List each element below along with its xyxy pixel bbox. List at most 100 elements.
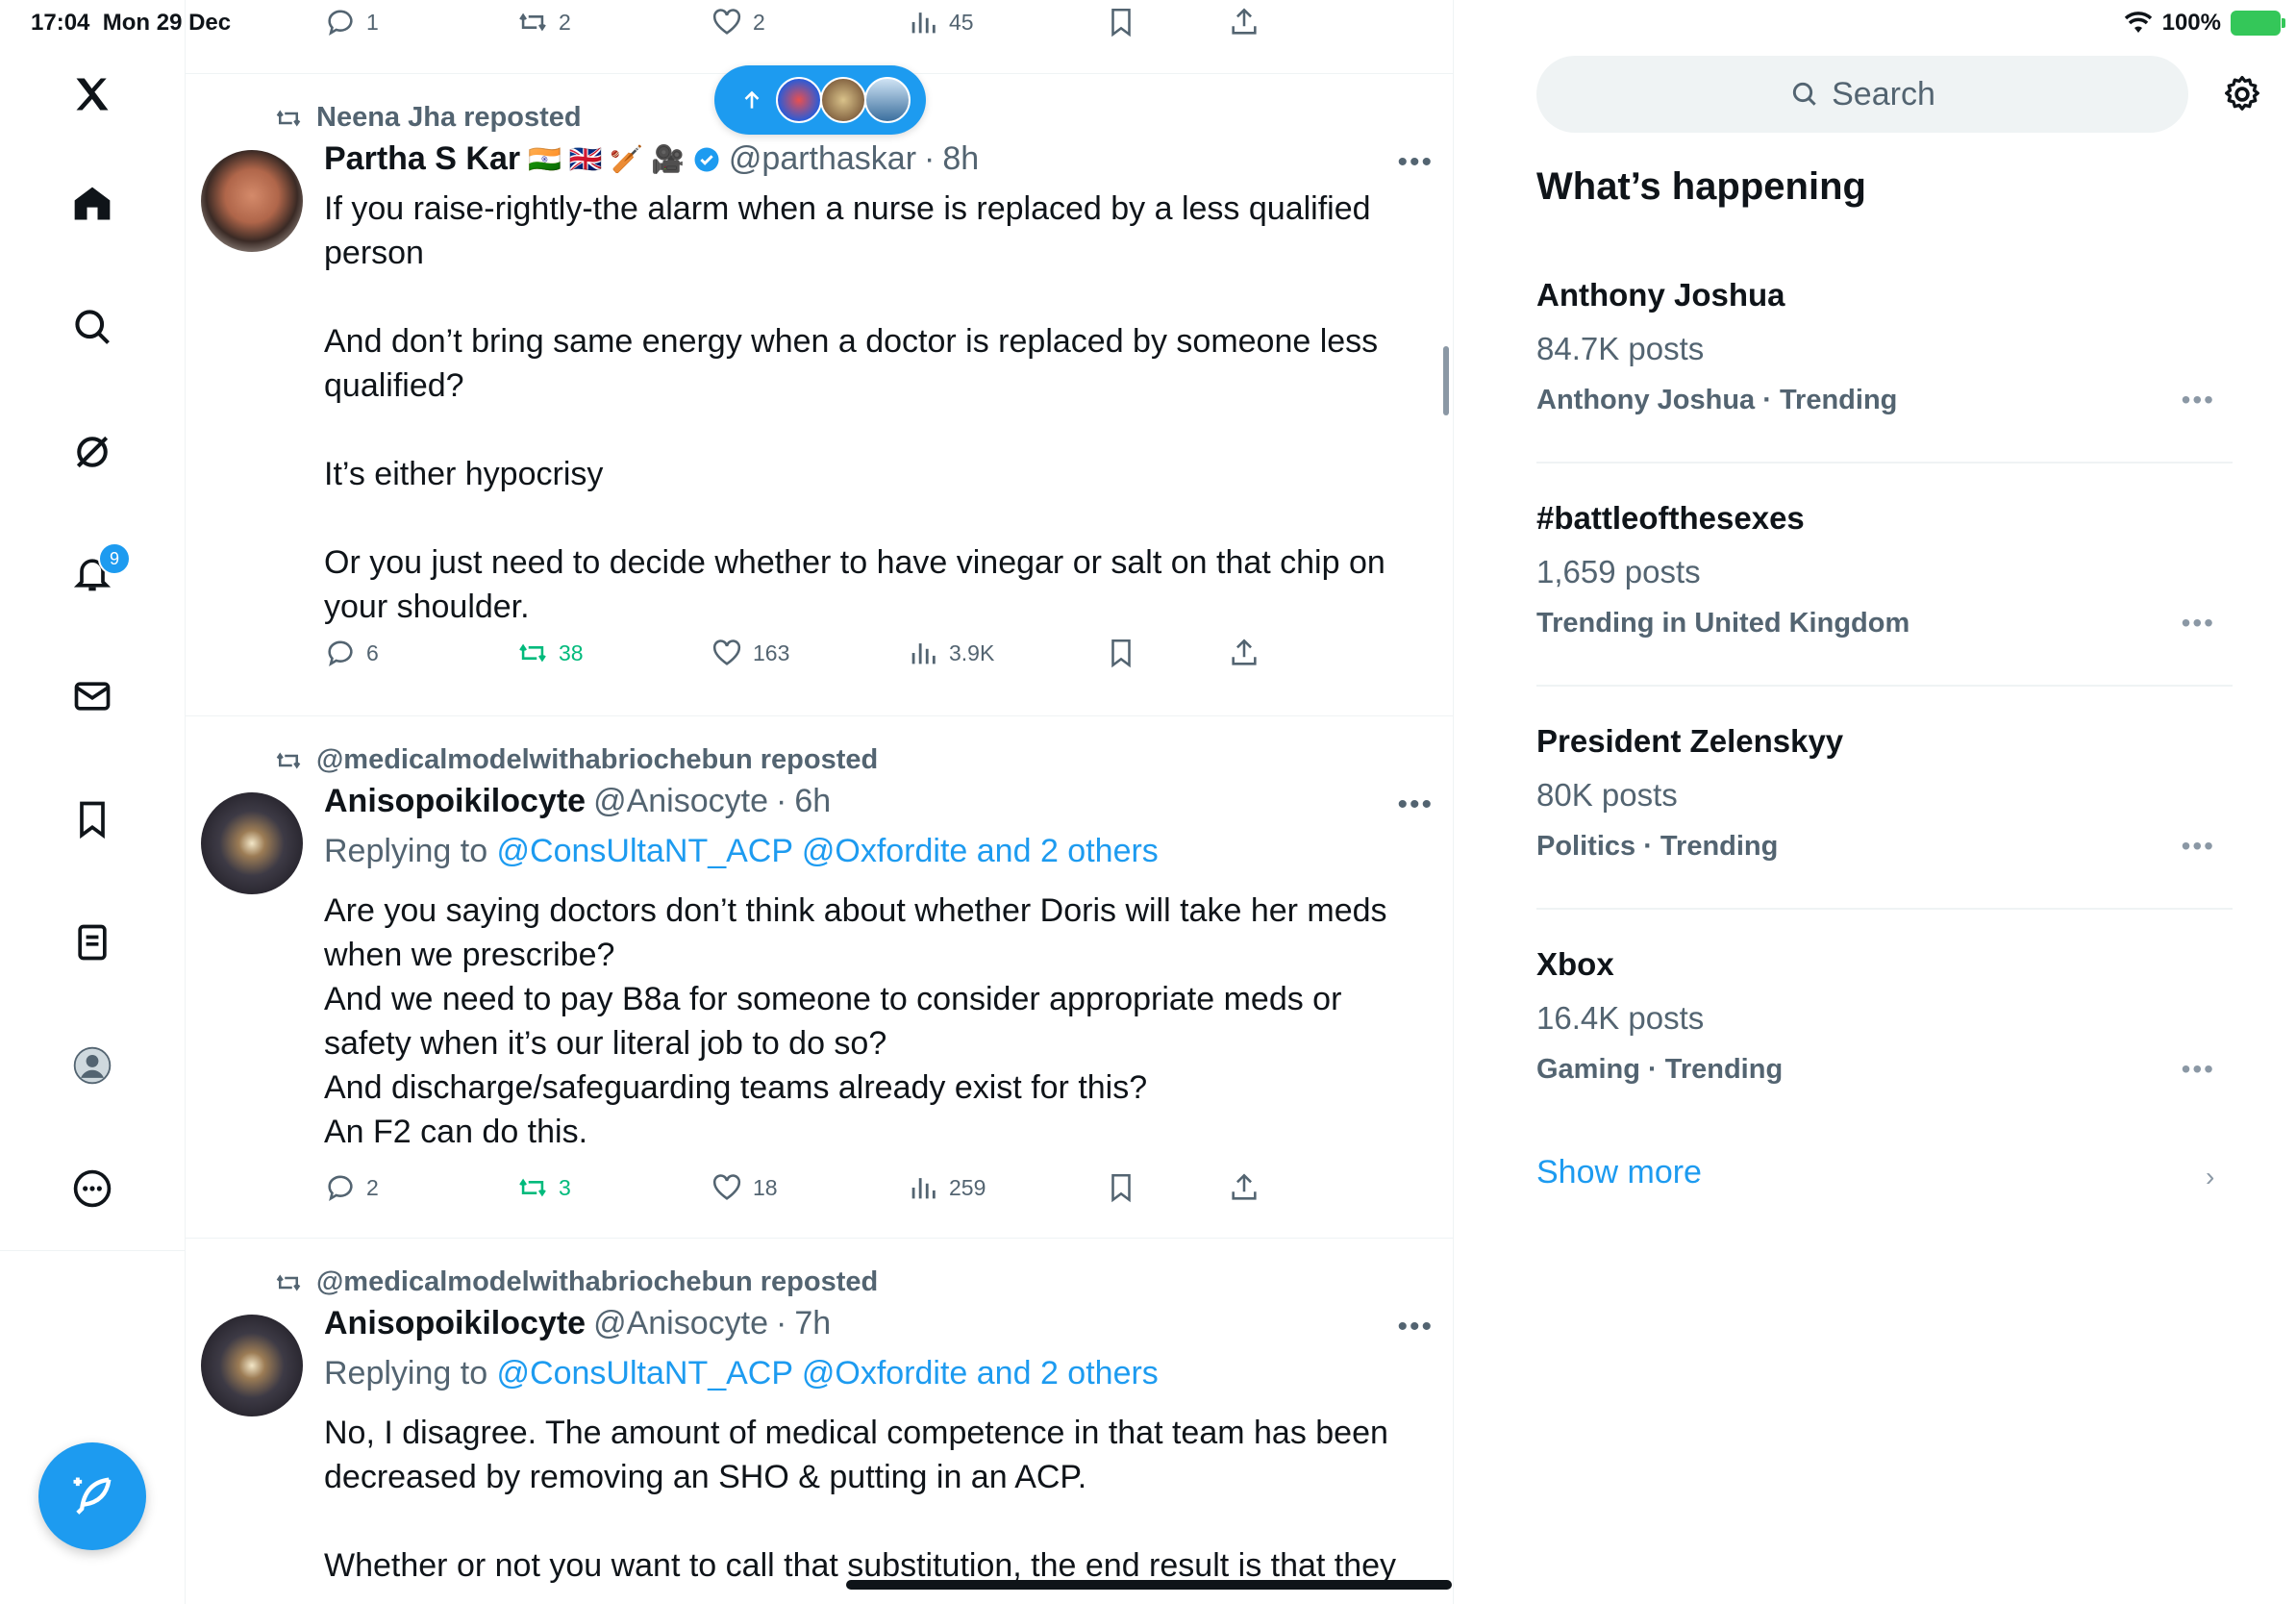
repost-label: @medicalmodelwithabriochebun reposted [316, 1266, 879, 1297]
tweet[interactable]: Neena Jha reposted Partha S Kar 🇮🇳 🇬🇧 🏏 … [186, 73, 1453, 715]
heart-icon [712, 639, 741, 665]
trend-more-icon[interactable]: ••• [2182, 1054, 2215, 1085]
author-handle[interactable]: @Anisocyte [593, 1305, 768, 1342]
like-button[interactable]: 163 [711, 637, 789, 669]
bookmark-icon [1111, 1173, 1131, 1203]
share-button[interactable] [1228, 6, 1260, 38]
author-name[interactable]: Anisopoikilocyte [324, 783, 586, 820]
author-name[interactable]: Partha S Kar [324, 140, 520, 178]
avatar[interactable] [201, 150, 303, 252]
verified-badge-icon [694, 147, 719, 171]
timeline: 1 2 2 45 Neena Jha reposted Partha S Kar… [186, 0, 1454, 1604]
views-icon [911, 643, 936, 664]
views-button[interactable]: 259 [907, 1171, 986, 1204]
bookmark-button[interactable] [1105, 6, 1137, 38]
repost-header: Neena Jha reposted [274, 102, 582, 134]
trend-more-icon[interactable]: ••• [2182, 385, 2215, 415]
author-name[interactable]: Anisopoikilocyte [324, 1305, 586, 1342]
views-button[interactable]: 3.9K [907, 637, 994, 669]
trend-item[interactable]: President Zelenskyy 80K posts Politics ·… [1536, 723, 2233, 896]
scrollbar-thumb[interactable] [1443, 346, 1449, 415]
notifications-icon[interactable]: 9 [54, 535, 131, 612]
repost-button[interactable]: 38 [516, 637, 584, 669]
like-button[interactable]: 2 [711, 6, 765, 38]
trend-more-icon[interactable]: ••• [2182, 831, 2215, 862]
more-icon[interactable] [54, 1150, 131, 1227]
reply-button[interactable]: 6 [324, 637, 379, 669]
avatar[interactable] [201, 792, 303, 894]
reply-count: 2 [366, 1174, 379, 1200]
replying-to-links[interactable]: @ConsUltaNT_ACP @Oxfordite and 2 others [497, 1355, 1159, 1391]
share-button[interactable] [1228, 637, 1260, 669]
settings-gear-icon[interactable] [2221, 73, 2263, 115]
reply-button[interactable]: 2 [324, 1171, 379, 1204]
repost-icon [519, 13, 546, 32]
share-button[interactable] [1228, 1171, 1260, 1204]
trend-name: Anthony Joshua [1536, 277, 1785, 313]
repost-header: @medicalmodelwithabriochebun reposted [274, 744, 878, 776]
views-icon [911, 1178, 936, 1199]
repost-count: 38 [559, 639, 584, 665]
compose-feather-icon [73, 1477, 112, 1515]
views-count: 45 [949, 9, 974, 35]
repost-button[interactable]: 3 [516, 1171, 571, 1204]
trend-more-icon[interactable]: ••• [2182, 608, 2215, 639]
trend-item[interactable]: Xbox 16.4K posts Gaming · Trending ••• [1536, 946, 2233, 1119]
share-icon [1232, 639, 1257, 665]
messages-icon[interactable] [54, 658, 131, 735]
replying-to: Replying to @ConsUltaNT_ACP @Oxfordite a… [324, 833, 1159, 870]
tweet[interactable]: @medicalmodelwithabriochebun reposted An… [186, 1238, 1453, 1604]
tweet-time[interactable]: 8h [942, 140, 979, 178]
reply-count: 6 [366, 639, 379, 665]
tweet[interactable]: @medicalmodelwithabriochebun reposted An… [186, 715, 1453, 1238]
profile-icon[interactable] [54, 1027, 131, 1104]
bookmarks-icon[interactable] [54, 781, 131, 858]
trend-item[interactable]: #battleofthesexes 1,659 posts Trending i… [1536, 500, 2233, 673]
reply-icon [328, 10, 353, 37]
repost-button[interactable]: 2 [516, 6, 571, 38]
home-icon[interactable] [54, 165, 131, 242]
compose-button[interactable] [38, 1442, 146, 1550]
tweet-header: Anisopoikilocyte @Anisocyte · 7h [324, 1305, 831, 1342]
bookmark-button[interactable] [1105, 637, 1137, 669]
repost-icon [276, 751, 301, 769]
battery-icon [2231, 11, 2285, 36]
bookmark-button[interactable] [1105, 1171, 1137, 1204]
reply-icon [328, 1175, 353, 1202]
grok-icon[interactable] [54, 414, 131, 490]
reply-icon [328, 640, 353, 667]
search-input[interactable]: Search [1536, 56, 2188, 133]
like-button[interactable]: 18 [711, 1171, 778, 1204]
reply-button[interactable]: 1 [324, 6, 379, 38]
battery-percent: 100% [2161, 10, 2221, 36]
author-handle[interactable]: @Anisocyte [593, 783, 768, 820]
dot-separator: · [924, 140, 936, 177]
status-right: 100% [2124, 10, 2285, 37]
author-handle[interactable]: @parthaskar [729, 140, 916, 178]
home-indicator[interactable] [846, 1580, 1452, 1590]
x-logo-icon[interactable] [54, 56, 131, 133]
chevron-right-icon[interactable]: › [2206, 1162, 2214, 1192]
trend-divider [1536, 908, 2233, 910]
more-options-icon[interactable]: ••• [1397, 1311, 1434, 1343]
trend-divider [1536, 462, 2233, 464]
more-options-icon[interactable]: ••• [1397, 789, 1434, 821]
repost-icon [519, 1178, 546, 1197]
search-icon[interactable] [54, 288, 131, 365]
whats-happening-title: What’s happening [1536, 165, 1866, 208]
repost-count: 2 [559, 9, 571, 35]
nav-divider [0, 1250, 185, 1251]
views-button[interactable]: 45 [907, 6, 974, 38]
replying-to-links[interactable]: @ConsUltaNT_ACP @Oxfordite and 2 others [497, 833, 1159, 869]
lists-icon[interactable] [54, 904, 131, 981]
search-icon [1792, 82, 1816, 106]
avatar[interactable] [201, 1315, 303, 1416]
share-icon [1232, 8, 1257, 35]
like-count: 163 [753, 639, 790, 665]
tweet-time[interactable]: 7h [794, 1305, 831, 1342]
tweet-time[interactable]: 6h [794, 783, 831, 820]
trend-item[interactable]: Anthony Joshua 84.7K posts Anthony Joshu… [1536, 277, 2233, 450]
more-options-icon[interactable]: ••• [1397, 146, 1434, 179]
show-more-link[interactable]: Show more [1536, 1154, 1702, 1191]
heart-icon [712, 9, 741, 35]
